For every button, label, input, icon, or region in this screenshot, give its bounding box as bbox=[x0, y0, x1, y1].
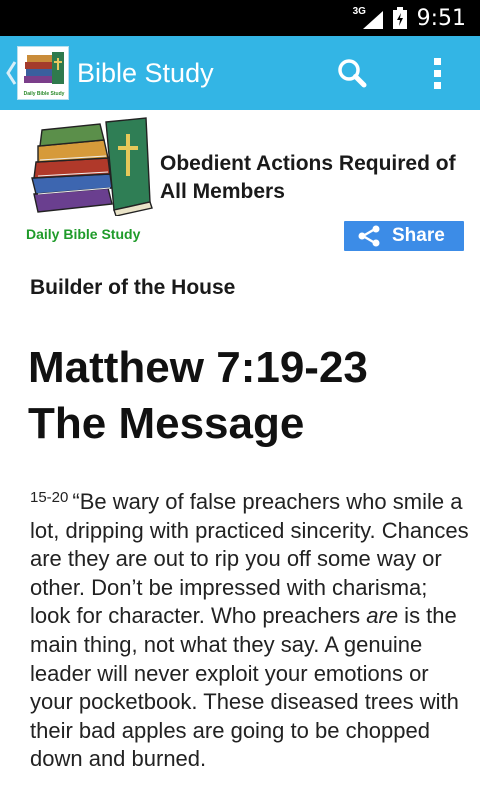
body-text-emphasis: are bbox=[366, 603, 399, 629]
overflow-menu-icon[interactable] bbox=[420, 53, 456, 93]
back-chevron-icon[interactable] bbox=[4, 58, 18, 88]
article-body: 15-20 “Be wary of false preachers who smi… bbox=[30, 484, 470, 774]
action-bar: Daily Bible Study Bible Study bbox=[0, 36, 480, 110]
signal-icon: 3G bbox=[353, 7, 383, 29]
article-title: Matthew 7:19-23 The Message bbox=[28, 340, 468, 452]
app-title: Bible Study bbox=[77, 58, 214, 88]
search-icon[interactable] bbox=[330, 53, 374, 93]
article-title-line2: The Message bbox=[28, 399, 305, 448]
status-bar: 3G 9:51 bbox=[0, 0, 480, 36]
clock: 9:51 bbox=[416, 5, 466, 31]
status-icons: 3G 9:51 bbox=[353, 0, 466, 36]
post-title: Obedient Actions Required of All Members bbox=[160, 152, 456, 203]
share-label: Share bbox=[392, 225, 445, 246]
article-title-line1: Matthew 7:19-23 bbox=[28, 343, 368, 392]
brand-caption: Daily Bible Study bbox=[26, 226, 141, 242]
body-text-part2: is the main thing, not what they say. A … bbox=[30, 603, 459, 772]
share-icon bbox=[358, 225, 380, 247]
books-icon bbox=[24, 52, 64, 84]
bible-books-illustration bbox=[31, 117, 153, 216]
app-logo[interactable]: Daily Bible Study bbox=[17, 46, 69, 100]
article-subheading: Builder of the House bbox=[30, 276, 236, 299]
logo-caption: Daily Bible Study bbox=[23, 91, 65, 97]
verse-number: 15-20 bbox=[30, 489, 69, 506]
share-button[interactable]: Share bbox=[344, 221, 464, 251]
battery-icon bbox=[392, 7, 407, 29]
